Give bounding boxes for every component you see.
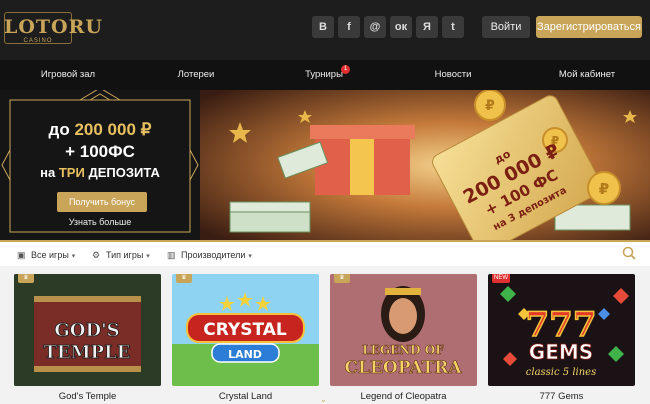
filter-providers-label: Производители [181, 250, 246, 260]
svg-text:₽: ₽ [599, 180, 609, 198]
trophy-tag-icon: ♛ [176, 274, 192, 283]
promo-amount: до 200 000 ₽ [0, 120, 200, 140]
promo-amount-value: 200 000 ₽ [74, 120, 152, 139]
svg-text:GEMS: GEMS [529, 340, 593, 364]
gamepad-icon: ▣ [17, 250, 26, 260]
register-button[interactable]: Зарегистрироваться [536, 16, 642, 38]
svg-text:LAND: LAND [228, 348, 262, 361]
filter-all-games-label: Все игры [31, 250, 69, 260]
main-nav: Игровой зал Лотереи Турниры 1 Новости Мо… [0, 60, 650, 90]
games-grid: GOD'S TEMPLE ♛ God's Temple CRYSTAL LAND [0, 266, 650, 404]
promo-bonus: + 100ФС [65, 142, 135, 161]
filter-providers[interactable]: ▥ Производители ▾ [167, 247, 252, 263]
new-tag: NEW [492, 274, 510, 283]
chevron-down-icon: ▾ [248, 253, 252, 260]
odnoklassniki-icon[interactable]: ок [390, 16, 412, 38]
nav-item-tournaments[interactable]: Турниры [284, 60, 364, 90]
promo-deposits-text: ДЕПОЗИТА [88, 165, 160, 180]
banner-art: ₽ ₽ ₽ до 200 000 ₽ + 100 ФС на 3 депозит… [200, 90, 650, 240]
gear-icon: ⚙ [92, 250, 101, 260]
chevron-down-icon: ▾ [71, 253, 76, 260]
nav-item-lotteries[interactable]: Лотереи [156, 60, 236, 90]
game-card[interactable]: 777 GEMS classic 5 lines NEW 777 Gems [488, 274, 635, 404]
promo-deposits: на ТРИ ДЕПОЗИТА [0, 165, 200, 180]
svg-text:GOD'S: GOD'S [54, 320, 119, 341]
game-thumbnail[interactable]: CRYSTAL LAND ♛ [172, 274, 319, 386]
logo-text: LOTORU [4, 16, 103, 38]
game-thumbnail[interactable]: 777 GEMS classic 5 lines NEW [488, 274, 635, 386]
svg-text:777: 777 [526, 305, 597, 345]
promo-deposits-count: ТРИ [58, 165, 85, 180]
promo-on: на [40, 165, 56, 180]
filter-all-games[interactable]: ▣ Все игры ▾ [17, 247, 75, 263]
login-button[interactable]: Войти [482, 16, 530, 38]
promo-banner[interactable]: ₽ ₽ ₽ до 200 000 ₽ + 100 ФС на 3 депозит… [0, 90, 650, 240]
game-filters: ▣ Все игры ▾ ⚙ Тип игры ▾ ▥ Производители ▾ [0, 240, 650, 266]
logo-subtitle: CASINO [23, 38, 53, 44]
logo[interactable]: LOTORU CASINO [4, 10, 103, 48]
header: LOTORU CASINO В f @ ок Я t Войти Зарегис… [0, 0, 650, 60]
game-thumbnail[interactable]: LEGEND OF CLEOPATRA ♛ [330, 274, 477, 386]
search-icon[interactable] [622, 246, 636, 260]
filter-game-type-label: Тип игры [106, 250, 144, 260]
game-name[interactable]: 777 Gems [488, 391, 635, 402]
svg-text:CLEOPATRA: CLEOPATRA [344, 358, 462, 378]
svg-text:classic 5 lines: classic 5 lines [526, 367, 596, 378]
game-name[interactable]: God's Temple [14, 391, 161, 402]
twitter-icon[interactable]: t [442, 16, 464, 38]
svg-text:TEMPLE: TEMPLE [44, 342, 131, 363]
factory-icon: ▥ [167, 250, 176, 260]
game-name[interactable]: Legend of Cleopatra [330, 391, 477, 402]
promo-panel: до 200 000 ₽ + 100ФС на ТРИ ДЕПОЗИТА Пол… [0, 90, 200, 240]
game-card[interactable]: CRYSTAL LAND ♛ Crystal Land [172, 274, 319, 404]
promo-amount-prefix: до [48, 120, 70, 139]
filter-game-type[interactable]: ⚙ Тип игры ▾ [92, 247, 150, 263]
facebook-icon[interactable]: f [338, 16, 360, 38]
nav-item-game-hall[interactable]: Игровой зал [28, 60, 108, 90]
learn-more-link[interactable]: Узнать больше [0, 217, 200, 227]
scroll-down-chevron-icon[interactable]: ⌄ [320, 395, 327, 404]
svg-text:₽: ₽ [485, 98, 495, 114]
trophy-tag-icon: ♛ [18, 274, 34, 283]
yandex-icon[interactable]: Я [416, 16, 438, 38]
get-bonus-button[interactable]: Получить бонус [57, 192, 147, 212]
nav-item-news[interactable]: Новости [413, 60, 493, 90]
svg-text:CRYSTAL: CRYSTAL [203, 320, 287, 340]
tournaments-badge: 1 [341, 65, 350, 74]
game-name[interactable]: Crystal Land [172, 391, 319, 402]
nav-item-my-account[interactable]: Мой кабинет [542, 60, 632, 90]
mail-icon[interactable]: @ [364, 16, 386, 38]
svg-text:LEGEND OF: LEGEND OF [362, 343, 444, 357]
game-card[interactable]: LEGEND OF CLEOPATRA ♛ Legend of Cleopatr… [330, 274, 477, 404]
trophy-tag-icon: ♛ [334, 274, 350, 283]
vk-icon[interactable]: В [312, 16, 334, 38]
game-thumbnail[interactable]: GOD'S TEMPLE ♛ [14, 274, 161, 386]
game-card[interactable]: GOD'S TEMPLE ♛ God's Temple [14, 274, 161, 404]
chevron-down-icon: ▾ [146, 253, 150, 260]
